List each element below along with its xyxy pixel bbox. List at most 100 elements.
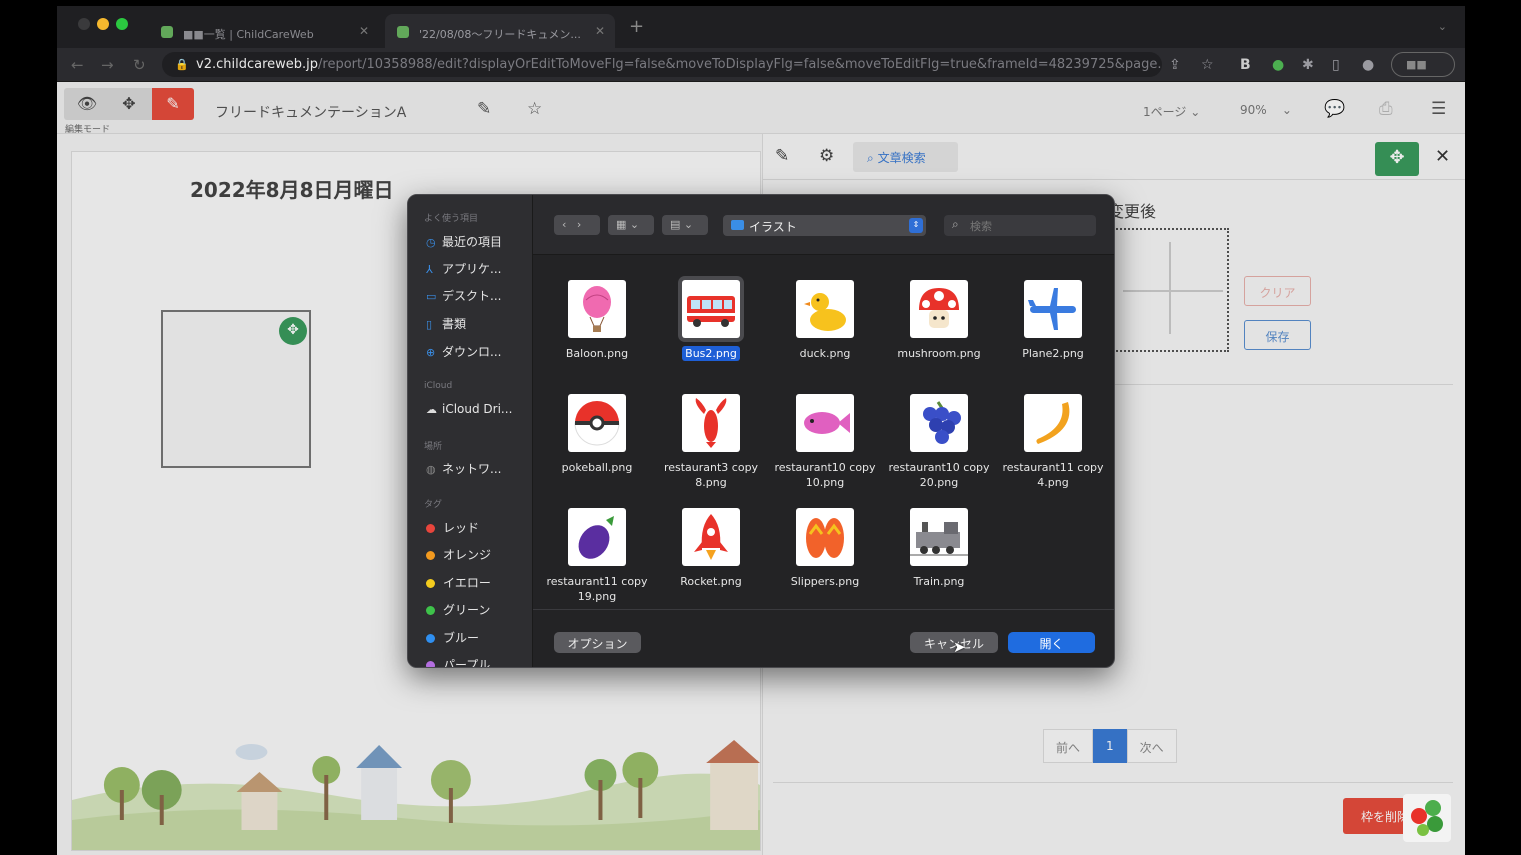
sidebar-item-tag-yellow[interactable]: イエロー [426,574,491,591]
download-icon: ⊕ [426,346,436,359]
tag-dot-icon [426,551,435,560]
forward-icon[interactable]: → [101,56,114,74]
sidebar-item-tag-red[interactable]: レッド [426,519,479,536]
tag-dot-icon [426,606,435,615]
sidebar-item-tag-blue[interactable]: ブルー [426,629,479,646]
sidebar-item-label: オレンジ [443,548,492,562]
close-window-icon[interactable] [78,18,90,30]
lock-icon: 🔒 [175,58,189,71]
file-name: Rocket.png [680,575,742,588]
bus-icon [682,280,740,338]
tab-childcareweb[interactable]: ■■一覧 | ChildCareWeb ✕ [149,14,379,48]
sidebar-item-desktop[interactable]: ▭ デスクト... [426,287,501,304]
file-item[interactable]: restaurant10 copy 10.png [768,394,882,490]
sidepanel-icon[interactable]: ▯ [1332,57,1340,73]
icloud-header: iCloud [424,381,453,391]
url-path: /report/10358988/edit?displayOrEditToMov… [318,57,1162,72]
extensions-puzzle-icon[interactable]: ✱ [1302,57,1314,73]
sidebar-item-tag-green[interactable]: グリーン [426,601,490,618]
close-tab-icon[interactable]: ✕ [359,24,369,38]
favicon-icon [161,26,173,38]
minimize-window-icon[interactable] [97,18,109,30]
sidebar-item-label: ネットワ... [442,462,502,476]
desktop-icon: ▭ [426,290,437,303]
tab-list-chevron-icon[interactable]: ⌄ [1438,20,1447,33]
file-item[interactable]: restaurant11 copy 4.png [996,394,1110,490]
sidebar-item-icloud-drive[interactable]: ☁ iCloud Dri... [426,402,512,416]
file-item[interactable]: Rocket.png [654,508,768,589]
open-button[interactable]: 開く [1008,632,1095,653]
icon-view-button[interactable]: ▦ ⌄ [608,215,654,235]
tag-dot-icon [426,524,435,533]
back-chevron-icon[interactable]: ‹ [562,218,566,231]
sidebar-item-applications[interactable]: ⅄ アプリケ... [426,260,501,277]
back-icon[interactable]: ← [71,56,84,74]
sidebar-item-downloads[interactable]: ⊕ ダウンロ... [426,343,501,360]
reload-icon[interactable]: ↻ [133,56,146,74]
pokeball-icon [568,394,626,452]
search-placeholder: 検索 [970,220,992,233]
file-name: Train.png [913,575,965,588]
folder-path-select[interactable]: イラスト ⇕ [723,215,926,236]
tags-header: タグ [424,500,443,510]
sidebar-item-network[interactable]: ◍ ネットワ... [426,460,501,477]
file-item-selected[interactable]: Bus2.png [654,280,768,361]
address-field[interactable]: 🔒 v2.childcareweb.jp/report/10358988/edi… [162,52,1162,77]
extension-globe-icon[interactable]: ● [1272,57,1284,73]
extension-b-icon[interactable]: B [1240,57,1251,73]
file-name: Plane2.png [1022,347,1084,360]
file-item[interactable]: Train.png [882,508,996,589]
search-icon: ⌕ [952,217,959,231]
options-button[interactable]: オプション [554,632,641,653]
file-item[interactable]: pokeball.png [540,394,654,475]
file-item[interactable]: mushroom.png [882,280,996,361]
share-icon[interactable]: ⇪ [1169,57,1181,73]
file-name: restaurant10 copy 20.png [888,461,990,489]
file-item[interactable]: duck.png [768,280,882,361]
maximize-window-icon[interactable] [116,18,128,30]
file-item[interactable]: Slippers.png [768,508,882,589]
close-tab-icon[interactable]: ✕ [595,24,605,38]
file-item[interactable]: restaurant10 copy 20.png [882,394,996,490]
train-icon [910,508,968,566]
tab-label: ■■一覧 | ChildCareWeb [183,28,314,41]
file-name: Bus2.png [654,346,768,361]
sidebar-item-label: ダウンロ... [442,345,502,359]
profile-button[interactable]: ■■ [1391,52,1455,77]
file-item[interactable]: Plane2.png [996,280,1110,361]
dialog-toolbar: ‹ › ▦ ⌄ ▤ ⌄ イラスト ⇕ ⌕ 検索 [533,195,1114,255]
locations-header: 場所 [424,442,443,452]
file-name: restaurant3 copy 8.png [663,461,759,489]
slippers-icon [796,508,854,566]
back-forward-buttons[interactable]: ‹ › [554,215,600,235]
forward-chevron-icon[interactable]: › [577,218,581,231]
sidebar-item-label: パープル [443,658,491,668]
rocket-icon [682,508,740,566]
file-item[interactable]: restaurant3 copy 8.png [654,394,768,490]
file-item[interactable]: Baloon.png [540,280,654,361]
sidebar-item-label: デスクト... [442,289,502,303]
file-name: restaurant11 copy 4.png [1002,461,1104,489]
file-item[interactable]: restaurant11 copy 19.png [540,508,654,604]
tab-document[interactable]: '22/08/08〜フリードキュメン... ✕ [385,14,615,48]
folder-name: イラスト [749,220,797,234]
duck-icon [796,280,854,338]
group-view-button[interactable]: ▤ ⌄ [662,215,708,235]
bookmark-star-icon[interactable]: ☆ [1201,57,1214,73]
document-icon: ▯ [426,318,433,331]
balloon-icon [568,280,626,338]
sidebar-item-documents[interactable]: ▯ 書類 [426,315,466,332]
new-tab-button[interactable]: + [629,16,644,37]
network-icon: ◍ [426,463,436,476]
tag-dot-icon [426,634,435,643]
logo [1403,794,1451,842]
dialog-search-field[interactable]: ⌕ 検索 [944,215,1096,236]
sidebar-item-label: 書類 [442,317,467,331]
fish-icon [796,394,854,452]
sidebar-item-tag-orange[interactable]: オレンジ [426,546,491,563]
tab-bar: ■■一覧 | ChildCareWeb ✕ '22/08/08〜フリードキュメン… [57,6,1465,48]
sidebar-item-recents[interactable]: ◷ 最近の項目 [426,233,502,250]
sidebar-item-tag-purple[interactable]: パープル [426,656,491,668]
clock-icon: ◷ [426,236,436,249]
profile-icon[interactable]: ● [1362,57,1374,73]
